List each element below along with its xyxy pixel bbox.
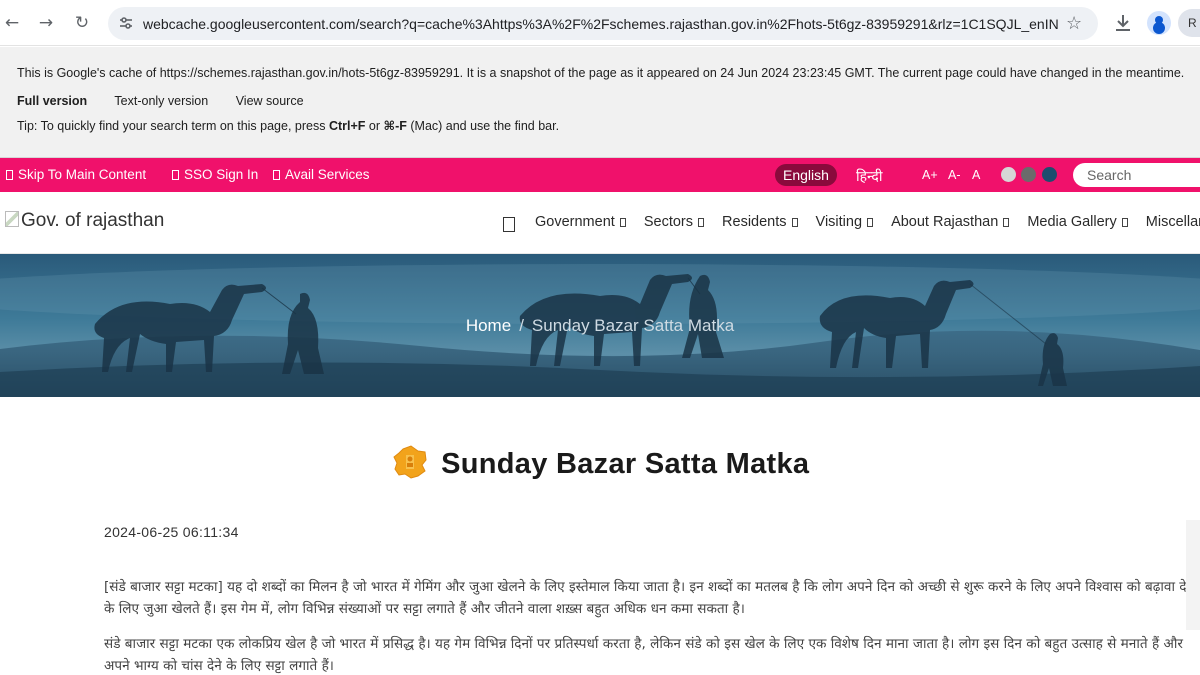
chevron-down-icon bbox=[867, 218, 874, 227]
view-source-link[interactable]: View source bbox=[236, 94, 304, 108]
nav-label: About Rajasthan bbox=[891, 214, 999, 230]
logo-alt-text: Gov. of rajasthan bbox=[21, 210, 165, 231]
browser-toolbar: ← → ↻ webcache.googleusercontent.com/sea… bbox=[0, 0, 1200, 46]
tip-prefix: Tip: To quickly find your search term on… bbox=[17, 119, 329, 133]
theme-dark-swatch[interactable] bbox=[1042, 167, 1057, 182]
nav-label: Miscellaneous bbox=[1145, 214, 1200, 230]
font-increase-button[interactable]: A+ bbox=[922, 168, 938, 182]
utility-bar: Skip To Main Content SSO Sign In Avail S… bbox=[0, 158, 1200, 192]
chevron-down-icon bbox=[698, 218, 704, 227]
skip-label: Skip To Main Content bbox=[18, 167, 147, 182]
language-english-button[interactable]: English bbox=[775, 164, 837, 186]
cache-banner: This is Google's cache of https://scheme… bbox=[0, 47, 1200, 158]
article-paragraph: [संडे बाजार सट्टा मटका] यह दो शब्दों का … bbox=[104, 579, 1195, 617]
nav-label: Media Gallery bbox=[1027, 214, 1117, 230]
back-arrow-icon[interactable]: ← bbox=[0, 11, 24, 35]
tip-mid: or bbox=[365, 119, 384, 133]
nav-item-visiting[interactable]: Visiting bbox=[815, 214, 874, 230]
services-icon bbox=[273, 170, 280, 180]
nav-item-about-rajasthan[interactable]: About Rajasthan bbox=[891, 214, 1010, 230]
download-icon[interactable] bbox=[1112, 12, 1134, 34]
services-label: Avail Services bbox=[285, 167, 370, 182]
nav-item-miscellaneous[interactable]: Miscellaneous bbox=[1146, 214, 1200, 230]
avail-services-link[interactable]: Avail Services bbox=[273, 167, 370, 182]
chevron-down-icon bbox=[619, 218, 626, 227]
tip-key-cmd-f: ⌘-F bbox=[383, 119, 407, 133]
url-text[interactable]: webcache.googleusercontent.com/search?q=… bbox=[143, 16, 1058, 32]
tip-suffix: (Mac) and use the find bar. bbox=[406, 119, 560, 133]
nav-label: Visiting bbox=[815, 214, 863, 230]
search-input[interactable] bbox=[1087, 166, 1197, 184]
page-title: Sunday Bazar Satta Matka bbox=[441, 448, 810, 480]
sso-sign-in-link[interactable]: SSO Sign In bbox=[172, 167, 258, 182]
broken-image-icon bbox=[5, 211, 19, 227]
text-only-version-link[interactable]: Text-only version bbox=[114, 94, 208, 108]
chevron-down-icon bbox=[1003, 218, 1010, 227]
bookmark-star-icon[interactable]: ☆ bbox=[1066, 13, 1082, 34]
skip-to-content-link[interactable]: Skip To Main Content bbox=[6, 167, 146, 182]
chevron-down-icon bbox=[791, 218, 798, 227]
nav-item-media-gallery[interactable]: Media Gallery bbox=[1027, 214, 1128, 230]
breadcrumb-home-link[interactable]: Home bbox=[466, 316, 511, 335]
hero-banner: Home / Sunday Bazar Satta Matka bbox=[0, 254, 1200, 397]
font-decrease-button[interactable]: A- bbox=[948, 168, 961, 182]
font-reset-button[interactable]: A bbox=[972, 168, 980, 182]
breadcrumb-current: Sunday Bazar Satta Matka bbox=[531, 316, 735, 335]
skip-icon bbox=[6, 170, 13, 180]
nav-label: Sectors bbox=[643, 214, 693, 230]
cache-tip: Tip: To quickly find your search term on… bbox=[17, 118, 559, 133]
home-icon[interactable] bbox=[503, 217, 515, 232]
address-bar[interactable]: webcache.googleusercontent.com/search?q=… bbox=[108, 7, 1098, 40]
tip-key-ctrl-f: Ctrl+F bbox=[328, 119, 366, 133]
forward-arrow-icon[interactable]: → bbox=[34, 11, 58, 35]
sso-label: SSO Sign In bbox=[184, 167, 259, 182]
nav-label: Government bbox=[535, 214, 615, 230]
article-paragraph: संडे बाजार सट्टा मटका एक लोकप्रिय खेल है… bbox=[104, 636, 1183, 674]
site-settings-icon[interactable] bbox=[118, 15, 134, 31]
nav-label: Residents bbox=[722, 214, 787, 230]
post-date: 2024-06-25 06:11:34 bbox=[104, 524, 239, 540]
language-hindi-button[interactable]: हिन्दी bbox=[856, 167, 882, 186]
page-scrollbar[interactable] bbox=[1186, 520, 1200, 630]
profile-icon[interactable] bbox=[1147, 11, 1171, 35]
nav-item-government[interactable]: Government bbox=[535, 214, 626, 230]
article-title-row: Sunday Bazar Satta Matka bbox=[0, 443, 1200, 481]
nav-menu: Government Sectors Residents Visiting Ab… bbox=[535, 214, 1200, 230]
breadcrumb-separator: / bbox=[519, 316, 524, 335]
reload-icon[interactable]: ↻ bbox=[70, 11, 94, 35]
chevron-down-icon bbox=[1121, 218, 1128, 227]
main-navigation: Gov. of rajasthan Government Sectors Res… bbox=[0, 192, 1200, 254]
rajasthan-map-emblem-icon bbox=[393, 445, 427, 479]
site-search[interactable] bbox=[1073, 163, 1200, 187]
account-chip[interactable]: R bbox=[1178, 9, 1200, 37]
cache-version-links: Full version Text-only version View sour… bbox=[17, 94, 328, 108]
full-version-link[interactable]: Full version bbox=[17, 94, 87, 108]
sso-icon bbox=[172, 170, 179, 180]
cache-notice: This is Google's cache of https://scheme… bbox=[17, 66, 1185, 80]
theme-light-swatch[interactable] bbox=[1001, 167, 1016, 182]
nav-item-residents[interactable]: Residents bbox=[722, 214, 798, 230]
breadcrumb: Home / Sunday Bazar Satta Matka bbox=[0, 316, 1200, 336]
theme-gray-swatch[interactable] bbox=[1021, 167, 1036, 182]
nav-item-sectors[interactable]: Sectors bbox=[644, 214, 704, 230]
site-logo[interactable]: Gov. of rajasthan bbox=[5, 210, 164, 232]
